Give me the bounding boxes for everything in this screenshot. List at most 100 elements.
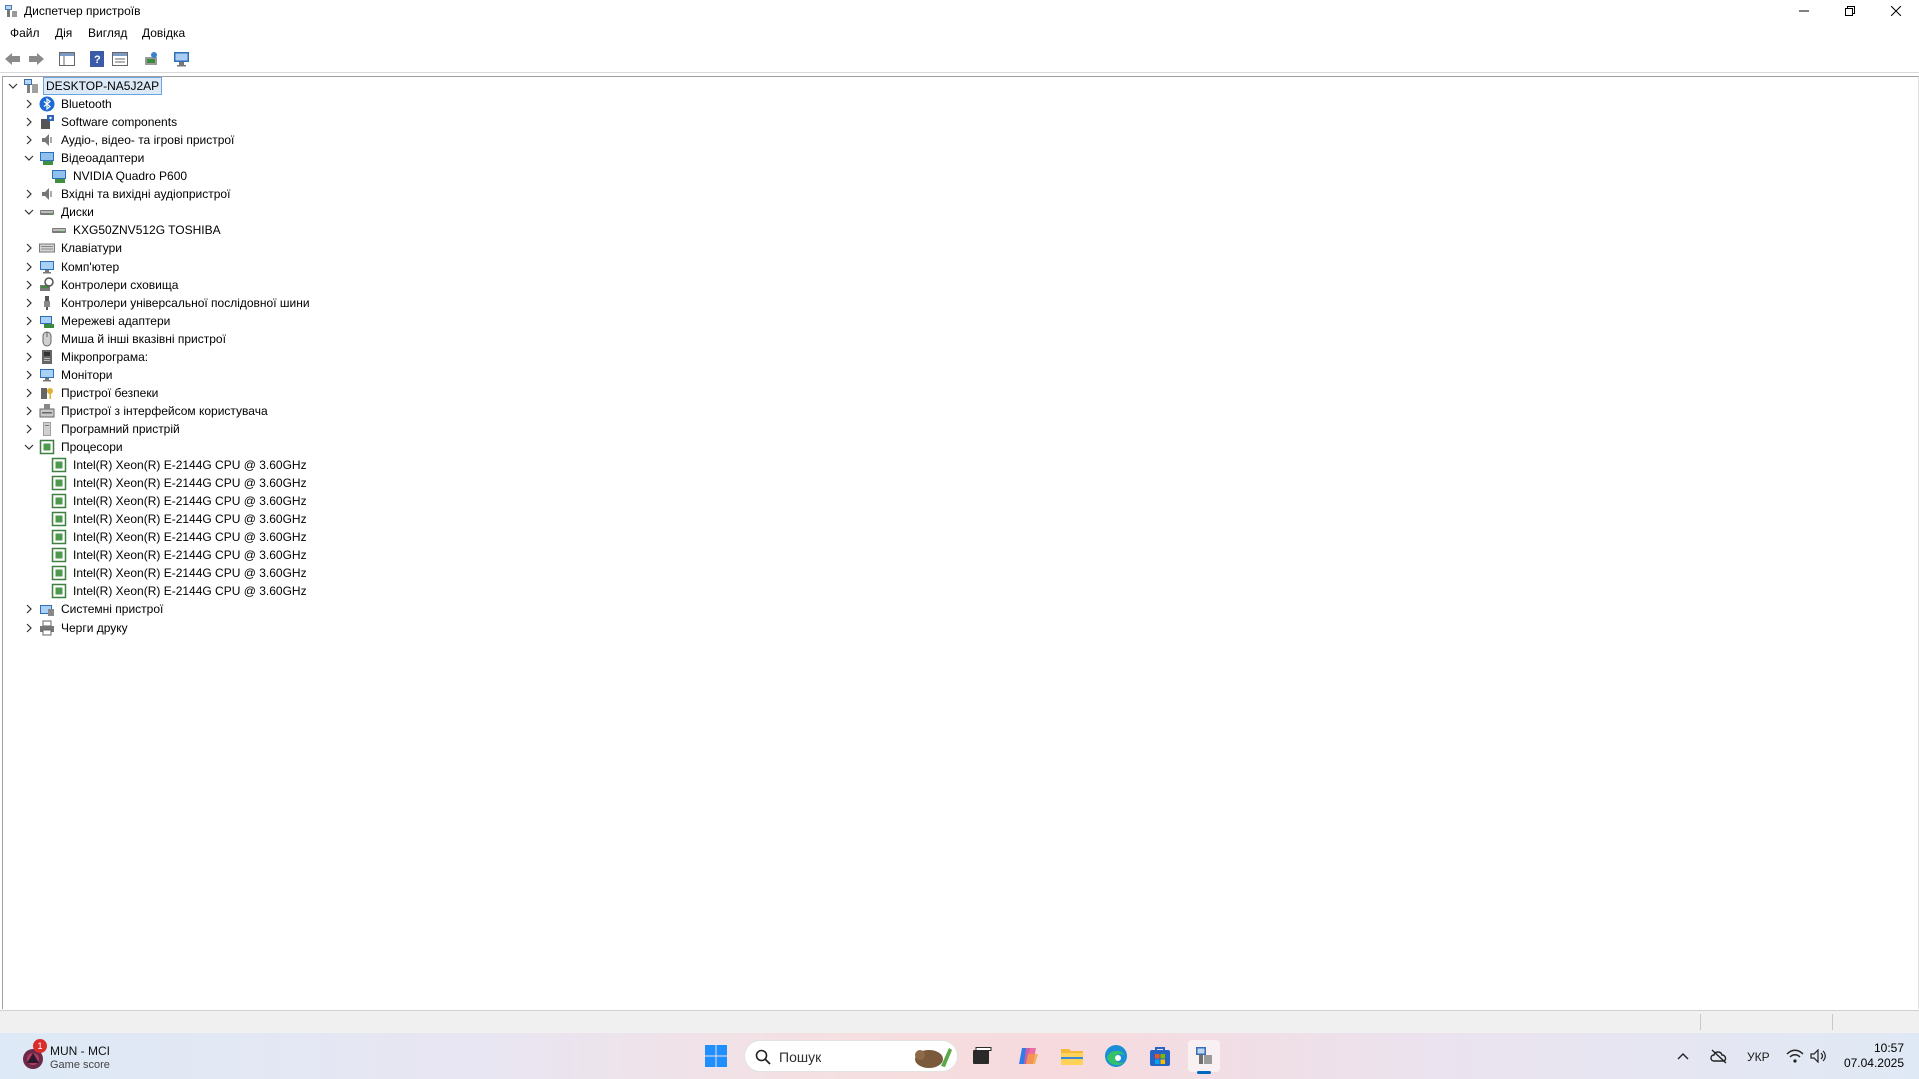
- tree-category[interactable]: Bluetooth: [23, 95, 114, 113]
- tree-item-label[interactable]: Intel(R) Xeon(R) E-2144G CPU @ 3.60GHz: [71, 511, 309, 527]
- tree-device[interactable]: Intel(R) Xeon(R) E-2144G CPU @ 3.60GHz: [51, 474, 309, 492]
- tree-device[interactable]: Intel(R) Xeon(R) E-2144G CPU @ 3.60GHz: [51, 582, 309, 600]
- language-indicator[interactable]: УКР: [1747, 1050, 1770, 1064]
- chevron-right-icon[interactable]: [23, 402, 35, 420]
- tree-device[interactable]: Intel(R) Xeon(R) E-2144G CPU @ 3.60GHz: [51, 510, 309, 528]
- tree-root[interactable]: DESKTOP-NA5J2AP: [7, 77, 163, 95]
- tree-item-label[interactable]: Мережеві адаптери: [59, 313, 172, 329]
- onedrive-button[interactable]: [1706, 1040, 1732, 1072]
- chevron-right-icon[interactable]: [23, 330, 35, 348]
- tree-category[interactable]: Мережеві адаптери: [23, 312, 172, 330]
- chevron-right-icon[interactable]: [23, 366, 35, 384]
- clock[interactable]: 10:57 07.04.2025: [1838, 1041, 1904, 1073]
- chevron-right-icon[interactable]: [23, 619, 35, 637]
- update-driver-button[interactable]: [142, 50, 160, 68]
- tree-device[interactable]: Intel(R) Xeon(R) E-2144G CPU @ 3.60GHz: [51, 564, 309, 582]
- tree-item-label[interactable]: Системні пристрої: [59, 601, 165, 617]
- tree-category[interactable]: Програмний пристрій: [23, 420, 182, 438]
- chevron-down-icon[interactable]: [23, 203, 35, 221]
- taskbar-search[interactable]: Пошук: [744, 1040, 958, 1072]
- device-manager-taskbar-button[interactable]: [1188, 1040, 1220, 1074]
- tree-category[interactable]: Миша й інші вказівні пристрої: [23, 330, 228, 348]
- tree-item-label[interactable]: Software components: [59, 114, 179, 130]
- back-button[interactable]: [4, 50, 22, 68]
- tree-category[interactable]: Мікропрограма:: [23, 348, 150, 366]
- show-hide-console-tree-button[interactable]: [58, 50, 76, 68]
- show-hidden-icons-button[interactable]: [1672, 1040, 1694, 1072]
- start-button[interactable]: [700, 1040, 732, 1072]
- help-button[interactable]: ?: [88, 50, 106, 68]
- chevron-right-icon[interactable]: [23, 185, 35, 203]
- chevron-right-icon[interactable]: [23, 113, 35, 131]
- task-view-button[interactable]: [966, 1040, 998, 1072]
- tree-category[interactable]: Відеоадаптери: [23, 149, 146, 167]
- chevron-right-icon[interactable]: [23, 131, 35, 149]
- tree-item-label[interactable]: Intel(R) Xeon(R) E-2144G CPU @ 3.60GHz: [71, 529, 309, 545]
- tree-category[interactable]: Вхідні та вихідні аудіопристрої: [23, 185, 232, 203]
- chevron-right-icon[interactable]: [23, 239, 35, 257]
- tree-item-label[interactable]: Монітори: [59, 367, 115, 383]
- volume-button[interactable]: [1808, 1040, 1830, 1072]
- tree-item-label[interactable]: Миша й інші вказівні пристрої: [59, 331, 228, 347]
- tree-item-label[interactable]: Intel(R) Xeon(R) E-2144G CPU @ 3.60GHz: [71, 583, 309, 599]
- tree-device[interactable]: Intel(R) Xeon(R) E-2144G CPU @ 3.60GHz: [51, 546, 309, 564]
- menu-action[interactable]: Дія: [55, 26, 72, 40]
- chevron-down-icon[interactable]: [23, 149, 35, 167]
- chevron-right-icon[interactable]: [23, 600, 35, 618]
- wifi-button[interactable]: [1784, 1040, 1806, 1072]
- tree-item-label[interactable]: Клавіатури: [59, 240, 124, 256]
- chevron-right-icon[interactable]: [23, 95, 35, 113]
- tree-item-label[interactable]: Аудіо-, відео- та ігрові пристрої: [59, 132, 236, 148]
- tree-device[interactable]: Intel(R) Xeon(R) E-2144G CPU @ 3.60GHz: [51, 492, 309, 510]
- tree-category[interactable]: Монітори: [23, 366, 115, 384]
- tree-category[interactable]: Системні пристрої: [23, 600, 165, 618]
- copilot-button[interactable]: [1012, 1040, 1044, 1072]
- tree-device[interactable]: KXG50ZNV512G TOSHIBA: [51, 221, 223, 239]
- tree-item-label[interactable]: Контролери універсальної послідовної шин…: [59, 295, 312, 311]
- chevron-right-icon[interactable]: [23, 348, 35, 366]
- chevron-down-icon[interactable]: [7, 77, 19, 95]
- tree-category[interactable]: Пристрої з інтерфейсом користувача: [23, 402, 270, 420]
- tree-category[interactable]: Контролери універсальної послідовної шин…: [23, 294, 312, 312]
- tree-item-label[interactable]: KXG50ZNV512G TOSHIBA: [71, 222, 223, 238]
- chevron-right-icon[interactable]: [23, 258, 35, 276]
- tree-item-label[interactable]: Черги друку: [59, 620, 130, 636]
- tree-item-label[interactable]: Intel(R) Xeon(R) E-2144G CPU @ 3.60GHz: [71, 493, 309, 509]
- menu-help[interactable]: Довідка: [142, 26, 185, 40]
- tree-item-label[interactable]: Пристрої з інтерфейсом користувача: [59, 403, 270, 419]
- tree-category[interactable]: Комп'ютер: [23, 258, 121, 276]
- tree-item-label[interactable]: Bluetooth: [59, 96, 114, 112]
- chevron-right-icon[interactable]: [23, 294, 35, 312]
- tree-category[interactable]: Процесори: [23, 438, 125, 456]
- tree-category[interactable]: Черги друку: [23, 619, 130, 637]
- tree-category[interactable]: Клавіатури: [23, 239, 124, 257]
- tree-item-label[interactable]: Intel(R) Xeon(R) E-2144G CPU @ 3.60GHz: [71, 475, 309, 491]
- tree-category[interactable]: Контролери сховища: [23, 276, 180, 294]
- minimize-button[interactable]: [1781, 0, 1827, 22]
- chevron-right-icon[interactable]: [23, 312, 35, 330]
- tree-item-label[interactable]: Контролери сховища: [59, 277, 180, 293]
- restore-button[interactable]: [1827, 0, 1873, 22]
- tree-item-label[interactable]: Програмний пристрій: [59, 421, 182, 437]
- tree-item-label[interactable]: Intel(R) Xeon(R) E-2144G CPU @ 3.60GHz: [71, 547, 309, 563]
- tree-category[interactable]: Диски: [23, 203, 96, 221]
- chevron-down-icon[interactable]: [23, 438, 35, 456]
- tree-root-label[interactable]: DESKTOP-NA5J2AP: [43, 77, 163, 95]
- file-explorer-button[interactable]: [1056, 1040, 1088, 1072]
- microsoft-store-button[interactable]: [1144, 1040, 1176, 1072]
- properties-button[interactable]: [111, 50, 129, 68]
- tree-category[interactable]: Software components: [23, 113, 179, 131]
- tree-category[interactable]: Аудіо-, відео- та ігрові пристрої: [23, 131, 236, 149]
- tree-device[interactable]: Intel(R) Xeon(R) E-2144G CPU @ 3.60GHz: [51, 456, 309, 474]
- tree-item-label[interactable]: Відеоадаптери: [59, 150, 146, 166]
- tree-item-label[interactable]: Intel(R) Xeon(R) E-2144G CPU @ 3.60GHz: [71, 457, 309, 473]
- widget-game-score[interactable]: 1 MUN - MCI Game score: [16, 1039, 136, 1073]
- tree-device[interactable]: NVIDIA Quadro P600: [51, 167, 189, 185]
- tree-device[interactable]: Intel(R) Xeon(R) E-2144G CPU @ 3.60GHz: [51, 528, 309, 546]
- tree-item-label[interactable]: Диски: [59, 204, 96, 220]
- edge-button[interactable]: [1100, 1040, 1132, 1072]
- tree-item-label[interactable]: NVIDIA Quadro P600: [71, 168, 189, 184]
- tree-item-label[interactable]: Пристрої безпеки: [59, 385, 160, 401]
- forward-button[interactable]: [27, 50, 45, 68]
- tree-item-label[interactable]: Intel(R) Xeon(R) E-2144G CPU @ 3.60GHz: [71, 565, 309, 581]
